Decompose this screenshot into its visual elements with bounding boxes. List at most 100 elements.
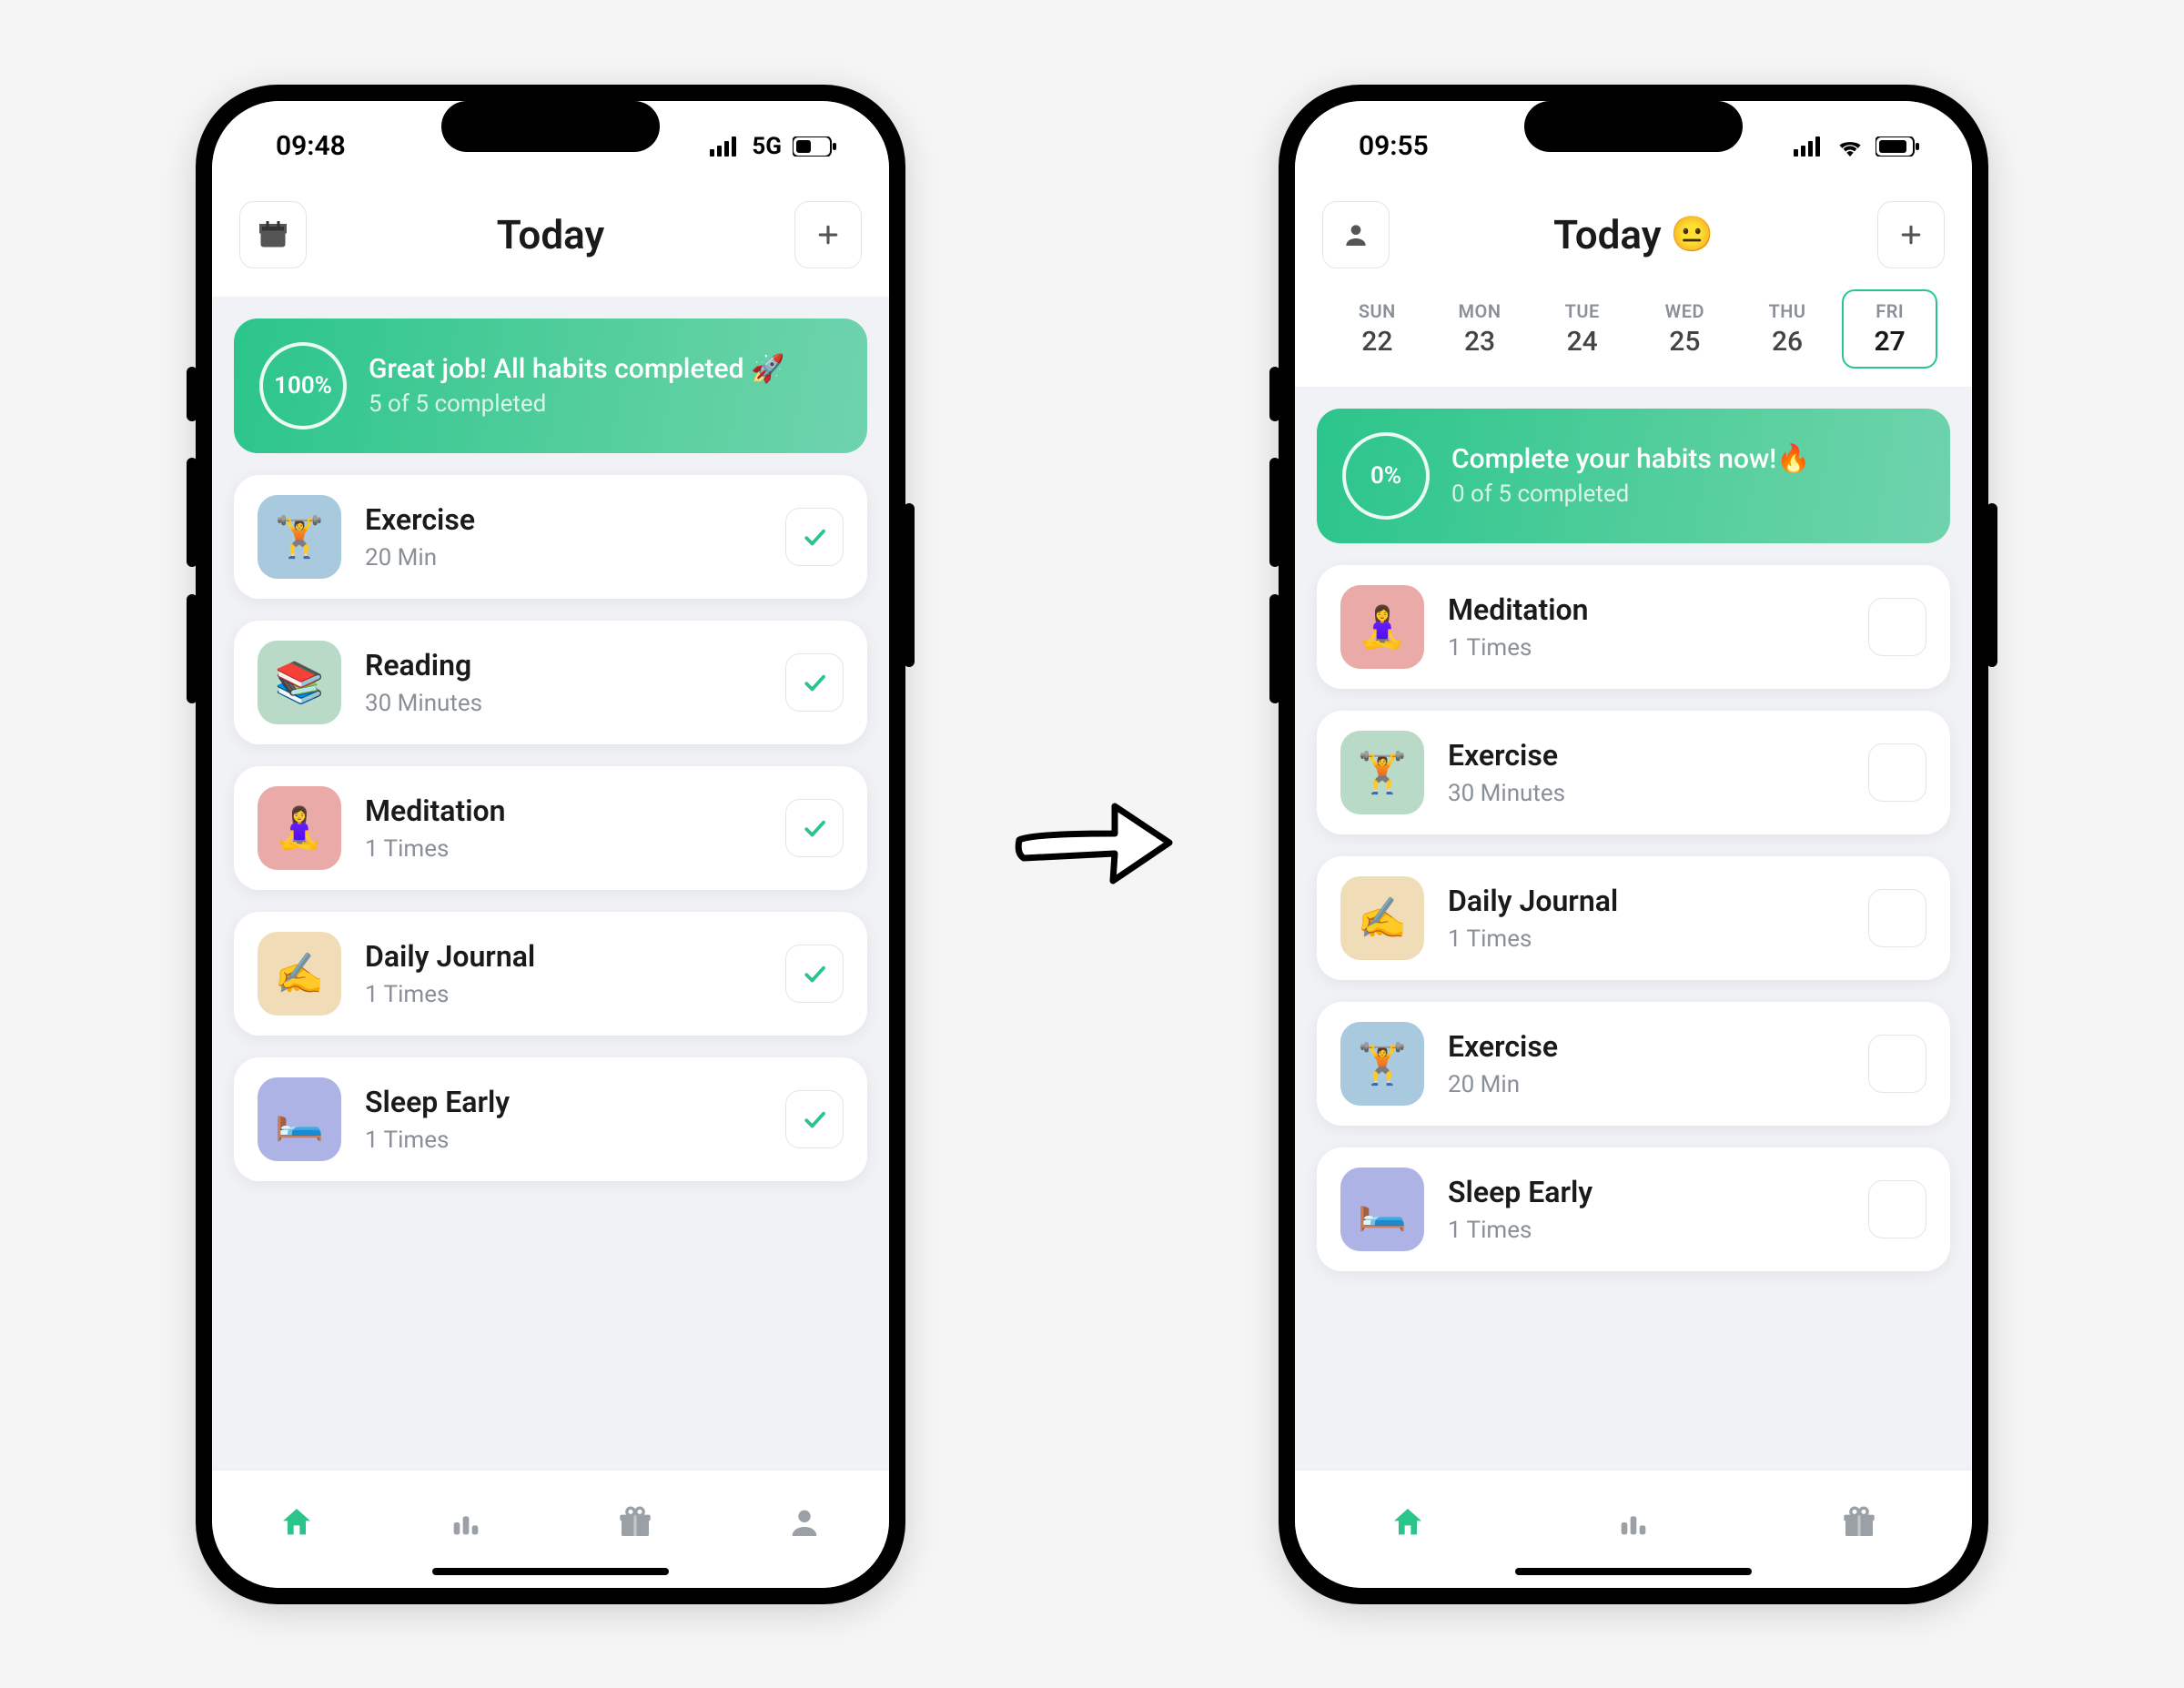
day-cell[interactable]: THU 26: [1740, 289, 1835, 369]
tab-user[interactable]: [786, 1504, 823, 1544]
habit-subtitle: 20 Min: [365, 544, 762, 571]
day-of-week: THU: [1742, 300, 1834, 322]
habit-icon: 🛏️: [1340, 1167, 1424, 1251]
habit-checkbox[interactable]: [1868, 889, 1926, 947]
habit-title: Sleep Early: [1448, 1175, 1845, 1209]
habit-title: Sleep Early: [365, 1085, 762, 1119]
habit-checkbox[interactable]: [1868, 1035, 1926, 1093]
page-title: Today 😐: [1553, 211, 1714, 258]
gift-icon: [617, 1504, 653, 1544]
day-cell[interactable]: SUN 22: [1330, 289, 1425, 369]
day-of-week: WED: [1639, 300, 1731, 322]
gift-icon: [1841, 1504, 1877, 1544]
stats-icon: [1615, 1504, 1652, 1544]
tab-stats[interactable]: [1615, 1504, 1652, 1544]
day-cell[interactable]: FRI 27: [1842, 289, 1937, 369]
habit-card[interactable]: 🏋️ Exercise 30 Minutes: [1317, 711, 1950, 834]
add-button[interactable]: [1877, 201, 1945, 268]
plus-icon: [1897, 221, 1925, 248]
day-number: 23: [1434, 326, 1526, 358]
volume-up-button[interactable]: [187, 458, 197, 567]
day-cell[interactable]: WED 25: [1637, 289, 1733, 369]
habit-checkbox[interactable]: [785, 799, 844, 857]
phone-left: 09:48 5G Today 100%: [196, 85, 905, 1604]
habit-card[interactable]: 🛏️ Sleep Early 1 Times: [1317, 1147, 1950, 1271]
add-button[interactable]: [794, 201, 862, 268]
calendar-icon: [257, 218, 289, 251]
progress-percent: 100%: [259, 342, 347, 430]
status-time: 09:48: [276, 130, 346, 162]
habit-title: Reading: [365, 648, 762, 682]
check-icon: [801, 523, 828, 551]
network-label: 5G: [752, 133, 782, 160]
habit-title: Meditation: [1448, 592, 1845, 627]
signal-icon: [1794, 136, 1825, 157]
battery-icon: [793, 136, 836, 157]
check-icon: [801, 814, 828, 842]
day-of-week: TUE: [1536, 300, 1628, 322]
day-number: 27: [1844, 326, 1936, 358]
habit-icon: ✍️: [258, 932, 341, 1016]
habit-checkbox[interactable]: [1868, 1180, 1926, 1238]
home-indicator[interactable]: [432, 1568, 669, 1575]
habit-card[interactable]: 📚 Reading 30 Minutes: [234, 621, 867, 744]
tab-home[interactable]: [278, 1504, 315, 1544]
habit-icon: 🧘‍♀️: [1340, 585, 1424, 669]
habit-checkbox[interactable]: [785, 653, 844, 712]
day-number: 25: [1639, 326, 1731, 358]
page-title: Today: [497, 211, 605, 258]
habit-card[interactable]: 🏋️ Exercise 20 Min: [1317, 1002, 1950, 1126]
habit-subtitle: 30 Minutes: [1448, 780, 1845, 807]
day-cell[interactable]: MON 23: [1432, 289, 1528, 369]
habit-checkbox[interactable]: [1868, 598, 1926, 656]
mood-emoji: 😐: [1671, 215, 1714, 255]
volume-mute-button[interactable]: [187, 367, 197, 421]
habit-card[interactable]: 🧘‍♀️ Meditation 1 Times: [234, 766, 867, 890]
tab-home[interactable]: [1390, 1504, 1426, 1544]
habit-checkbox[interactable]: [785, 508, 844, 566]
banner-subtitle: 5 of 5 completed: [369, 390, 784, 418]
progress-banner[interactable]: 0% Complete your habits now!🔥 0 of 5 com…: [1317, 409, 1950, 543]
day-cell[interactable]: TUE 24: [1534, 289, 1630, 369]
volume-down-button[interactable]: [187, 594, 197, 703]
tab-stats[interactable]: [448, 1504, 484, 1544]
habit-subtitle: 1 Times: [1448, 634, 1845, 662]
habit-title: Exercise: [1448, 1029, 1845, 1064]
habit-subtitle: 1 Times: [365, 835, 762, 863]
day-of-week: FRI: [1844, 300, 1936, 322]
day-of-week: SUN: [1331, 300, 1423, 322]
habit-card[interactable]: 🛏️ Sleep Early 1 Times: [234, 1057, 867, 1181]
habit-card[interactable]: 🏋️ Exercise 20 Min: [234, 475, 867, 599]
habit-title: Meditation: [365, 793, 762, 828]
habit-subtitle: 1 Times: [1448, 1217, 1845, 1244]
habit-checkbox[interactable]: [785, 945, 844, 1003]
power-button[interactable]: [1987, 503, 1997, 667]
user-icon: [786, 1504, 823, 1544]
dynamic-island: [441, 101, 660, 152]
habit-checkbox[interactable]: [785, 1090, 844, 1148]
habit-icon: 🏋️: [1340, 1022, 1424, 1106]
dynamic-island: [1524, 101, 1743, 152]
home-indicator[interactable]: [1515, 1568, 1752, 1575]
volume-mute-button[interactable]: [1269, 367, 1280, 421]
habit-card[interactable]: ✍️ Daily Journal 1 Times: [1317, 856, 1950, 980]
habit-icon: 🏋️: [1340, 731, 1424, 814]
tab-gift[interactable]: [1841, 1504, 1877, 1544]
progress-banner[interactable]: 100% Great job! All habits completed 🚀 5…: [234, 318, 867, 453]
habit-icon: 🛏️: [258, 1077, 341, 1161]
volume-up-button[interactable]: [1269, 458, 1280, 567]
habit-subtitle: 30 Minutes: [365, 690, 762, 717]
habit-checkbox[interactable]: [1868, 743, 1926, 802]
habit-card[interactable]: ✍️ Daily Journal 1 Times: [234, 912, 867, 1036]
power-button[interactable]: [904, 503, 915, 667]
calendar-button[interactable]: [239, 201, 307, 268]
tab-gift[interactable]: [617, 1504, 653, 1544]
top-bar: Today: [212, 192, 889, 297]
banner-title: Complete your habits now!🔥: [1451, 443, 1811, 475]
habit-card[interactable]: 🧘‍♀️ Meditation 1 Times: [1317, 565, 1950, 689]
habit-title: Exercise: [1448, 738, 1845, 773]
check-icon: [801, 1106, 828, 1133]
banner-subtitle: 0 of 5 completed: [1451, 480, 1811, 508]
profile-button[interactable]: [1322, 201, 1390, 268]
volume-down-button[interactable]: [1269, 594, 1280, 703]
